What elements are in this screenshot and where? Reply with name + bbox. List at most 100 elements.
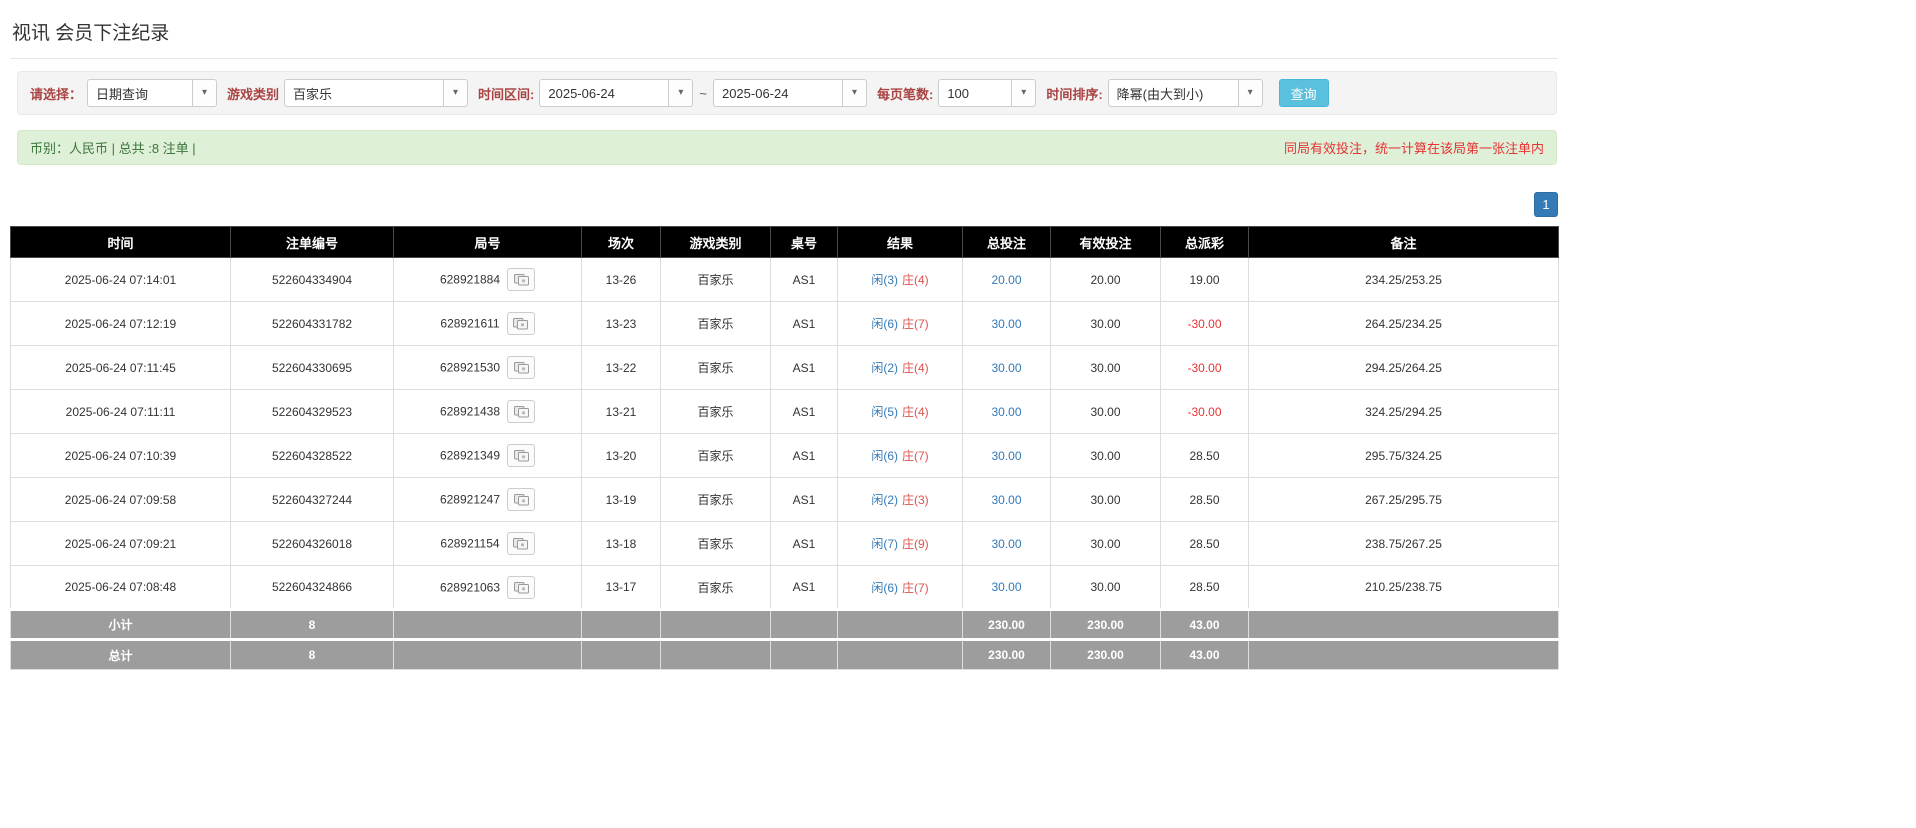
round-detail-button[interactable] (507, 356, 536, 379)
total-bet-cell[interactable]: 30.00 (962, 477, 1051, 522)
table-row: 2025-06-24 07:11:45 522604330695 6289215… (10, 345, 1559, 390)
round-cell: 628921247 (393, 477, 582, 522)
result-cell: 闲(5) 庄(4) (837, 389, 963, 434)
column-header: 局号 (393, 226, 582, 258)
page-root: 视讯 会员下注纪录 请选择： 日期查询 ▾ 游戏类别 百家乐 ▾ 时间区间: 2… (0, 0, 1916, 680)
total-bet-cell[interactable]: 30.00 (962, 301, 1051, 346)
bet-id-cell: 522604326018 (230, 521, 394, 566)
result-player: 闲(2) (871, 493, 898, 507)
time-range-label: 时间区间: (478, 86, 535, 102)
empty-cell (1248, 608, 1559, 640)
total-bet-cell[interactable]: 30.00 (962, 521, 1051, 566)
game-type-dropdown-button[interactable]: ▾ (444, 79, 469, 107)
payout-cell: 19.00 (1160, 257, 1249, 302)
result-banker: 庄(9) (902, 537, 929, 551)
valid-bet-cell: 30.00 (1050, 389, 1161, 434)
time-cell: 2025-06-24 07:08:48 (10, 565, 231, 610)
page-size-select[interactable]: 100 ▾ (938, 79, 1037, 107)
total-bet-cell[interactable]: 30.00 (962, 389, 1051, 434)
time-cell: 2025-06-24 07:09:21 (10, 521, 231, 566)
date-to-select[interactable]: 2025-06-24 ▾ (712, 79, 867, 107)
payout-cell: -30.00 (1160, 345, 1249, 390)
round-cell: 628921884 (393, 257, 582, 302)
round-id: 628921611 (440, 316, 500, 331)
payout-cell: -30.00 (1160, 301, 1249, 346)
empty-cell (393, 638, 582, 670)
search-button[interactable]: 查询 (1278, 79, 1329, 107)
page-size-value[interactable]: 100 (938, 79, 1013, 107)
result-detail-icon (513, 450, 529, 462)
empty-cell (393, 608, 582, 640)
valid-bet-cell: 30.00 (1050, 345, 1161, 390)
game-type-cell: 百家乐 (660, 389, 771, 434)
session-cell: 13-22 (581, 345, 661, 390)
round-detail-button[interactable] (506, 312, 535, 335)
sort-value[interactable]: 降幂(由大到小) (1107, 79, 1239, 107)
result-banker: 庄(3) (902, 493, 929, 507)
pagination: 1 (10, 192, 1558, 217)
round-id: 628921438 (439, 404, 501, 419)
bet-id-cell: 522604331782 (230, 301, 394, 346)
round-detail-button[interactable] (507, 400, 536, 423)
game-type-value[interactable]: 百家乐 (284, 79, 445, 107)
summary-notice: 同局有效投注，统一计算在该局第一张注单内 (1283, 141, 1544, 156)
note-cell: 267.25/295.75 (1248, 477, 1559, 522)
filter-bar: 请选择： 日期查询 ▾ 游戏类别 百家乐 ▾ 时间区间: 2025-06-24 … (17, 71, 1557, 115)
note-cell: 234.25/253.25 (1248, 257, 1559, 302)
bet-id-cell: 522604329523 (230, 389, 394, 434)
date-type-value[interactable]: 日期查询 (87, 79, 194, 107)
column-header: 备注 (1248, 226, 1559, 258)
date-from-dropdown-button[interactable]: ▾ (669, 79, 694, 107)
result-cell: 闲(3) 庄(4) (837, 257, 963, 302)
total-bet-cell[interactable]: 30.00 (962, 345, 1051, 390)
column-header: 桌号 (770, 226, 838, 258)
table-row: 2025-06-24 07:09:58 522604327244 6289212… (10, 477, 1559, 522)
page-title: 视讯 会员下注纪录 (10, 10, 1558, 59)
empty-cell (581, 638, 661, 670)
round-detail-button[interactable] (507, 444, 536, 467)
total-bet-cell[interactable]: 30.00 (962, 433, 1051, 478)
total-row: 总计 8 230.00 230.00 43.00 (10, 638, 1559, 670)
result-player: 闲(5) (871, 405, 898, 419)
round-id: 628921247 (439, 492, 501, 507)
total-valid-bet: 230.00 (1050, 638, 1161, 670)
date-to-dropdown-button[interactable]: ▾ (842, 79, 867, 107)
column-header: 结果 (837, 226, 963, 258)
result-banker: 庄(7) (902, 449, 929, 463)
date-to-value[interactable]: 2025-06-24 (712, 79, 843, 107)
round-cell: 628921530 (393, 345, 582, 390)
session-cell: 13-18 (581, 521, 661, 566)
date-type-dropdown-button[interactable]: ▾ (193, 79, 218, 107)
total-bet-cell[interactable]: 30.00 (962, 565, 1051, 610)
round-detail-button[interactable] (506, 532, 535, 555)
range-separator: ~ (699, 85, 707, 101)
result-detail-icon (513, 406, 529, 418)
round-detail-button[interactable] (507, 575, 536, 599)
round-detail-button[interactable] (507, 268, 536, 291)
total-bet-cell[interactable]: 20.00 (962, 257, 1051, 302)
game-type-cell: 百家乐 (660, 257, 771, 302)
round-cell: 628921438 (393, 389, 582, 434)
date-from-value[interactable]: 2025-06-24 (539, 79, 670, 107)
round-id: 628921884 (439, 272, 501, 287)
table-row: 2025-06-24 07:10:39 522604328522 6289213… (10, 433, 1559, 478)
subtotal-count: 8 (230, 608, 394, 640)
table-number-cell: AS1 (770, 433, 838, 478)
date-type-select[interactable]: 日期查询 ▾ (87, 79, 218, 107)
session-cell: 13-19 (581, 477, 661, 522)
round-detail-button[interactable] (507, 488, 536, 511)
empty-cell (770, 608, 838, 640)
sort-dropdown-button[interactable]: ▾ (1238, 79, 1263, 107)
page-button-1[interactable]: 1 (1534, 192, 1558, 217)
page-size-dropdown-button[interactable]: ▾ (1012, 79, 1037, 107)
note-cell: 324.25/294.25 (1248, 389, 1559, 434)
column-header: 有效投注 (1050, 226, 1161, 258)
result-detail-icon (513, 581, 529, 593)
result-cell: 闲(6) 庄(7) (837, 565, 963, 610)
session-cell: 13-20 (581, 433, 661, 478)
date-from-select[interactable]: 2025-06-24 ▾ (539, 79, 694, 107)
sort-select[interactable]: 降幂(由大到小) ▾ (1107, 79, 1263, 107)
game-type-select[interactable]: 百家乐 ▾ (284, 79, 469, 107)
result-detail-icon (513, 538, 529, 550)
result-player: 闲(6) (871, 449, 898, 463)
